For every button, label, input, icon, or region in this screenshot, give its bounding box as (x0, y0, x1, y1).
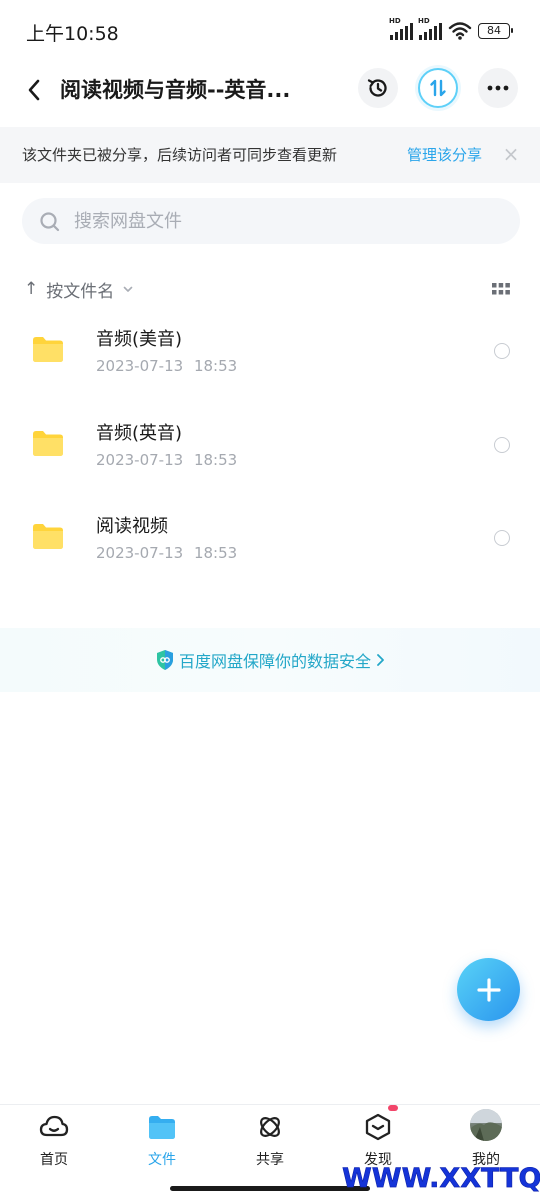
signal-hd-label: HD (418, 17, 430, 25)
file-name: 阅读视频 (96, 516, 168, 537)
battery-icon: 84 (478, 23, 513, 39)
page-title: 阅读视频与音频--英音... (60, 78, 291, 102)
chevron-right-icon (377, 654, 384, 666)
sort-label: 按文件名 (46, 281, 115, 302)
share-atom-icon (260, 1117, 280, 1137)
nav-item-share[interactable]: 共享 (216, 1105, 324, 1185)
signal-icon: HD (418, 17, 442, 40)
sort-by-name-button[interactable]: ↑ 按文件名 (24, 274, 134, 304)
select-radio[interactable] (494, 530, 510, 546)
transfer-button[interactable] (418, 68, 458, 108)
file-row[interactable]: 阅读视频 2023-07-13 18:53 (0, 492, 540, 586)
folder-icon (149, 1116, 175, 1139)
avatar (470, 1109, 502, 1141)
file-name: 音频(美音) (96, 329, 183, 350)
wifi-icon (448, 22, 472, 40)
nav-label: 首页 (40, 1152, 68, 1168)
folder-icon (33, 430, 63, 456)
signal-icon: HD (389, 17, 413, 40)
grid-view-icon[interactable] (491, 281, 511, 297)
plus-icon (476, 977, 501, 1002)
close-notice-button[interactable]: × (500, 141, 522, 167)
header: 阅读视频与音频--英音... (0, 60, 540, 120)
discover-cube-icon (365, 1113, 391, 1141)
status-icons: HD HD 84 (389, 17, 513, 42)
home-indicator[interactable] (170, 1186, 370, 1191)
file-date: 2023-07-13 18:53 (96, 357, 238, 375)
file-row[interactable]: 音频(英音) 2023-07-13 18:53 (0, 399, 540, 493)
share-notice-text: 该文件夹已被分享，后续访问者可同步查看更新 (22, 146, 338, 164)
nav-item-home[interactable]: 首页 (0, 1105, 108, 1185)
watermark: WWW.XXTTQ.COM (342, 1163, 540, 1195)
status-time: 上午10:58 (26, 23, 119, 45)
select-radio[interactable] (494, 343, 510, 359)
chevron-down-icon (123, 286, 133, 292)
manage-share-link[interactable]: 管理该分享 (407, 144, 482, 165)
file-name: 音频(英音) (96, 422, 183, 444)
notification-badge (388, 1105, 398, 1111)
avatar-image (470, 1109, 502, 1141)
nav-item-files[interactable]: 文件 (108, 1105, 216, 1185)
more-icon (487, 85, 509, 91)
transfer-icon (430, 79, 446, 97)
search-icon (40, 212, 60, 232)
file-date: 2023-07-13 18:53 (96, 450, 238, 469)
search-input[interactable] (74, 204, 494, 238)
nav-label: 共享 (256, 1152, 284, 1168)
shield-icon (156, 650, 173, 670)
security-banner[interactable]: 百度网盘保障你的数据安全 (0, 628, 540, 692)
nav-label: 文件 (148, 1152, 176, 1168)
security-banner-text: 百度网盘保障你的数据安全 (178, 652, 371, 671)
file-row[interactable]: 音频(美音) 2023-07-13 18:53 (0, 305, 540, 399)
back-button[interactable] (18, 72, 50, 108)
add-button[interactable] (457, 958, 520, 1021)
chevron-left-icon (28, 79, 40, 101)
sort-arrow-icon: ↑ (24, 279, 39, 299)
cloud-home-icon (39, 1115, 69, 1137)
security-banner-content: 百度网盘保障你的数据安全 (0, 648, 540, 672)
signal-hd-label: HD (389, 17, 401, 25)
select-radio[interactable] (494, 436, 510, 453)
screen: 上午10:58 HD HD 84 阅读视频与音频--英音... 该文件夹已被分享… (0, 0, 540, 1200)
file-list: 音频(美音) 2023-07-13 18:53 音频(英音) 2023-07-1… (0, 305, 540, 586)
folder-icon (33, 524, 63, 549)
history-icon (367, 79, 387, 97)
share-notice-bar: 该文件夹已被分享，后续访问者可同步查看更新 管理该分享 × (0, 127, 540, 183)
folder-icon (33, 337, 63, 362)
sort-row: ↑ 按文件名 (0, 272, 540, 306)
status-bar: 上午10:58 HD HD 84 (0, 0, 540, 60)
more-button[interactable] (478, 68, 518, 108)
history-button[interactable] (358, 68, 398, 108)
file-date: 2023-07-13 18:53 (96, 544, 238, 562)
search-box[interactable] (22, 198, 520, 244)
